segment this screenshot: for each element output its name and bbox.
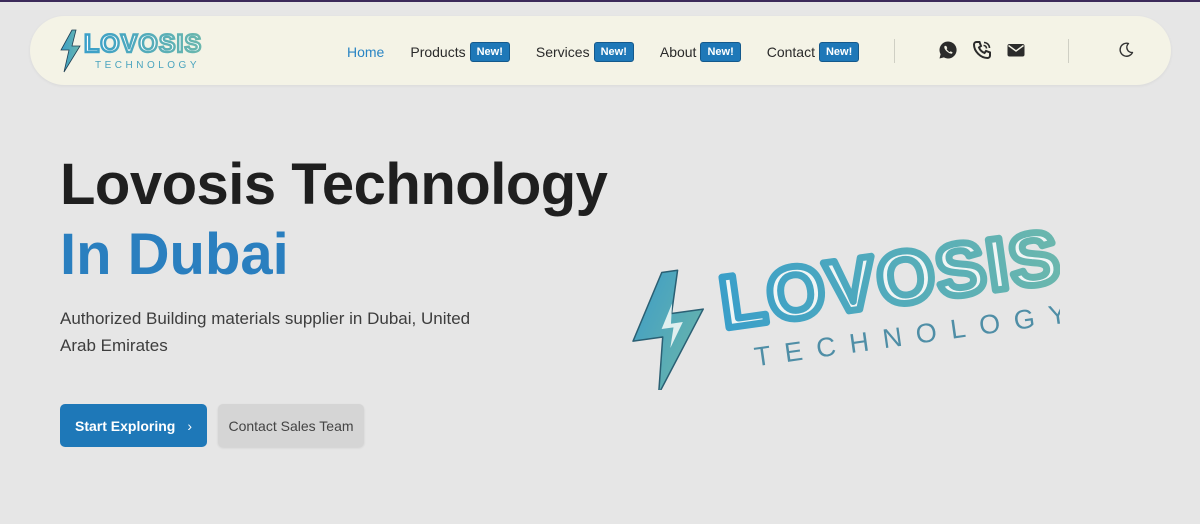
start-exploring-button[interactable]: Start Exploring › [60, 404, 207, 447]
nav-contact-label: Contact [766, 44, 815, 60]
chevron-right-icon: › [187, 417, 193, 434]
new-badge: New! [818, 42, 860, 62]
nav-services-label: Services [535, 44, 590, 60]
contact-sales-label: Contact Sales Team [228, 417, 354, 434]
navbar: LOVOSIS TECHNOLOGY Home Products New! Se… [30, 16, 1171, 85]
moon-icon[interactable] [1116, 40, 1136, 60]
nav-divider [1068, 39, 1069, 63]
logo-tagline: TECHNOLOGY [95, 60, 200, 71]
start-exploring-label: Start Exploring [74, 417, 176, 434]
nav-services[interactable]: Services New! [536, 42, 634, 62]
bolt-icon [60, 29, 81, 73]
hero-title: Lovosis Technology [60, 152, 608, 217]
mail-icon[interactable] [1006, 40, 1026, 60]
new-badge: New! [700, 42, 741, 62]
logo-wordmark: LOVOSIS [84, 30, 202, 58]
nav-divider [894, 39, 895, 63]
nav-home-label: Home [347, 44, 385, 60]
new-badge: New! [593, 42, 634, 62]
nav-products-label: Products [410, 44, 466, 60]
brand-logo[interactable]: LOVOSIS TECHNOLOGY [58, 26, 218, 76]
contact-sales-button[interactable]: Contact Sales Team [218, 404, 364, 447]
hero-title-accent: In Dubai [60, 222, 289, 287]
hero-subtitle: Authorized Building materials supplier i… [60, 309, 471, 355]
nav-about[interactable]: About New! [660, 42, 741, 62]
nav-home[interactable]: Home [347, 44, 384, 60]
whatsapp-icon[interactable] [938, 40, 958, 60]
hero-brand-logo: LOVOSIS TECHNOLOGY [632, 220, 1060, 390]
bolt-icon [632, 269, 704, 390]
nav-about-label: About [659, 44, 697, 60]
main-nav: Home Products New! Services New! About N… [347, 40, 860, 64]
top-accent-line [0, 0, 1200, 2]
phone-icon[interactable] [972, 40, 992, 60]
nav-contact[interactable]: Contact New! [767, 42, 860, 62]
nav-products[interactable]: Products New! [410, 42, 510, 62]
new-badge: New! [469, 42, 510, 62]
